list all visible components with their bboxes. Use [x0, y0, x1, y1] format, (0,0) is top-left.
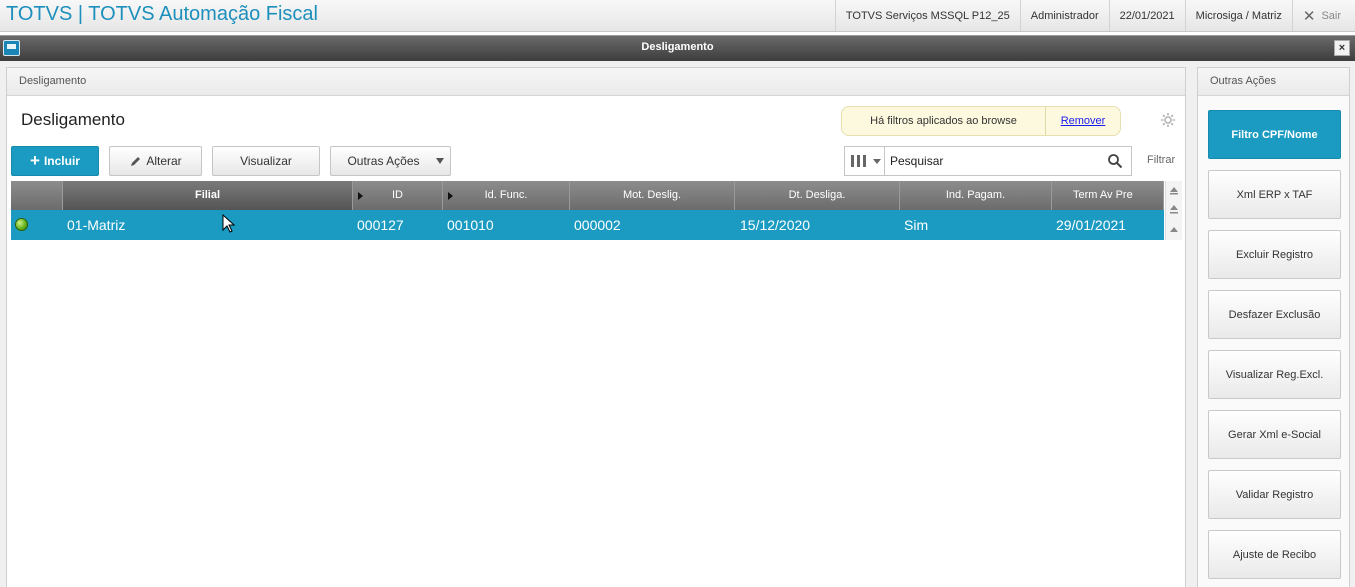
cell-term-av-pre: 29/01/2021: [1056, 217, 1127, 233]
table-row[interactable]: 01-Matriz 000127 001010 000002 15/12/202…: [11, 210, 1164, 240]
pencil-icon: [131, 156, 141, 166]
exit-button[interactable]: ✕ Sair: [1291, 0, 1355, 31]
alterar-label: Alterar: [146, 154, 182, 168]
cell-mot-deslig: 000002: [574, 217, 621, 233]
exit-label: Sair: [1321, 9, 1341, 22]
plus-icon: +: [30, 151, 40, 170]
ajuste-recibo-button[interactable]: Ajuste de Recibo: [1208, 530, 1341, 579]
browse-grid: Filial ID Id. Func. Mot. Deslig. Dt. Des…: [11, 181, 1182, 586]
window-title-bar: Desligamento ×: [0, 35, 1355, 61]
visualizar-reg-excl-button[interactable]: Visualizar Reg.Excl.: [1208, 350, 1341, 399]
header-mot-deslig[interactable]: Mot. Deslig.: [570, 181, 735, 210]
incluir-label: Incluir: [43, 154, 80, 168]
header-ind-pagam[interactable]: Ind. Pagam.: [900, 181, 1052, 210]
search-icon[interactable]: [1107, 153, 1123, 169]
window-title: Desligamento: [641, 41, 714, 53]
main-panel: Desligamento Desligamento Há filtros apl…: [6, 67, 1186, 587]
incluir-button[interactable]: + Incluir: [11, 146, 99, 176]
header-term-av-pre[interactable]: Term Av Pre: [1052, 181, 1164, 210]
header-id-func-label: Id. Func.: [484, 189, 528, 201]
cell-ind-pagam: Sim: [904, 217, 929, 233]
mouse-pointer-icon: [222, 214, 236, 233]
cell-id-func: 001010: [447, 217, 494, 233]
columns-icon: [851, 155, 866, 167]
side-actions-panel: Outras Ações Filtro CPF/Nome Xml ERP x T…: [1197, 67, 1350, 587]
server-info[interactable]: TOTVS Serviços MSSQL P12_25: [834, 0, 1020, 31]
header-filial[interactable]: Filial: [63, 181, 353, 210]
scroll-page-up-icon[interactable]: [1168, 204, 1180, 216]
header-dt-desliga[interactable]: Dt. Desliga.: [735, 181, 900, 210]
window-close-button[interactable]: ×: [1334, 40, 1350, 56]
filtrar-link[interactable]: Filtrar: [1147, 154, 1175, 166]
xml-erp-taf-button[interactable]: Xml ERP x TAF: [1208, 170, 1341, 219]
close-x-icon: ✕: [1302, 7, 1316, 25]
validar-registro-button[interactable]: Validar Registro: [1208, 470, 1341, 519]
scroll-top-icon[interactable]: [1168, 185, 1180, 197]
top-status-area: TOTVS Serviços MSSQL P12_25 Administrado…: [834, 0, 1355, 31]
grid-header: Filial ID Id. Func. Mot. Deslig. Dt. Des…: [11, 181, 1164, 210]
search-input[interactable]: [890, 152, 1090, 170]
outras-acoes-button[interactable]: Outras Ações: [330, 146, 451, 176]
column-selector[interactable]: [845, 147, 885, 175]
scroll-up-icon[interactable]: [1168, 224, 1180, 236]
column-marker-icon: [358, 192, 363, 200]
filter-notice: Há filtros aplicados ao browse Remover: [841, 106, 1121, 136]
status-green-icon: [15, 218, 28, 231]
visualizar-label: Visualizar: [240, 154, 292, 168]
remove-filter-link[interactable]: Remover: [1046, 115, 1120, 127]
column-marker-icon: [448, 192, 453, 200]
gear-icon[interactable]: [1160, 112, 1176, 128]
desfazer-exclusao-button[interactable]: Desfazer Exclusão: [1208, 290, 1341, 339]
cell-filial: 01-Matriz: [67, 217, 126, 233]
header-status-column[interactable]: [11, 181, 63, 210]
cell-id: 000127: [357, 217, 404, 233]
top-bar: TOTVS | TOTVS Automação Fiscal TOTVS Ser…: [0, 0, 1355, 32]
search-box: [844, 146, 1132, 176]
app-title: TOTVS | TOTVS Automação Fiscal: [6, 3, 318, 25]
main-panel-header: Desligamento: [7, 68, 1185, 96]
company-info[interactable]: Microsiga / Matriz: [1184, 0, 1292, 31]
header-id[interactable]: ID: [353, 181, 443, 210]
header-id-func[interactable]: Id. Func.: [443, 181, 570, 210]
filtro-cpf-nome-button[interactable]: Filtro CPF/Nome: [1208, 110, 1341, 159]
alterar-button[interactable]: Alterar: [109, 146, 202, 176]
date-info[interactable]: 22/01/2021: [1108, 0, 1185, 31]
filter-message: Há filtros aplicados ao browse: [842, 107, 1046, 135]
cell-dt-desliga: 15/12/2020: [740, 217, 811, 233]
side-panel-header: Outras Ações: [1198, 68, 1349, 96]
header-id-label: ID: [392, 189, 403, 201]
gerar-xml-esocial-button[interactable]: Gerar Xml e-Social: [1208, 410, 1341, 459]
dropdown-arrow-icon: [436, 158, 444, 164]
outras-acoes-label: Outras Ações: [347, 154, 420, 168]
visualizar-button[interactable]: Visualizar: [212, 146, 320, 176]
page-title: Desligamento: [21, 110, 125, 129]
excluir-registro-button[interactable]: Excluir Registro: [1208, 230, 1341, 279]
chevron-down-icon: [873, 159, 881, 164]
user-info[interactable]: Administrador: [1019, 0, 1109, 31]
vertical-scrollbar[interactable]: [1165, 181, 1182, 240]
